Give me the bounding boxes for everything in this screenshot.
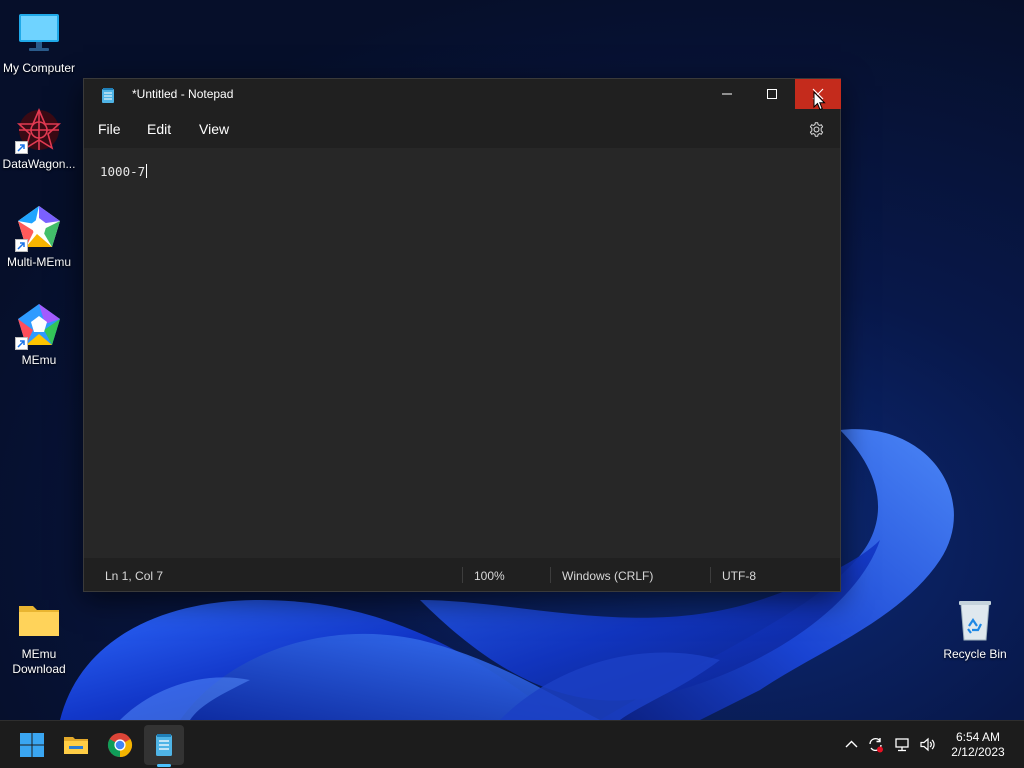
active-app-indicator [157, 764, 171, 767]
status-divider [710, 567, 711, 583]
encoding: UTF-8 [722, 569, 756, 583]
volume-button[interactable] [919, 736, 936, 753]
shortcut-arrow-icon [15, 239, 28, 252]
notepad-window[interactable]: *Untitled - Notepad File Edit View 1000-… [83, 78, 841, 592]
text-caret [146, 164, 148, 178]
file-explorer-icon [64, 737, 88, 754]
volume-icon [920, 737, 935, 752]
mouse-pointer-icon [813, 91, 826, 111]
minimize-icon [722, 93, 732, 95]
text-editor-area[interactable]: 1000-7 [84, 148, 840, 558]
title-bar[interactable]: *Untitled - Notepad [84, 79, 841, 110]
minimize-button[interactable] [704, 79, 750, 109]
start-button[interactable] [12, 725, 52, 765]
notepad-icon [156, 734, 172, 756]
menu-file[interactable]: File [98, 121, 121, 137]
show-hidden-icons-button[interactable] [843, 736, 860, 753]
desktop-icon-memu[interactable]: MEmu [0, 302, 78, 368]
maximize-button[interactable] [749, 79, 795, 109]
editor-content: 1000-7 [100, 164, 148, 179]
desktop-icon-label: My Computer [2, 61, 76, 75]
taskbar-chrome[interactable] [100, 725, 140, 765]
desktop-icon-label: MEmu Download [12, 647, 66, 676]
status-divider [550, 567, 551, 583]
zoom-level: 100% [474, 569, 505, 583]
recycle-bin-icon [959, 601, 991, 641]
windows-start-icon [20, 733, 44, 757]
menu-edit[interactable]: Edit [147, 121, 171, 137]
folder-icon [19, 606, 59, 636]
cursor-position: Ln 1, Col 7 [105, 569, 164, 583]
monitor-icon [19, 14, 59, 51]
taskbar-notepad[interactable] [144, 725, 184, 765]
status-divider [462, 567, 463, 583]
desktop-icon-label: MEmu [21, 353, 57, 367]
settings-gear-icon[interactable] [808, 121, 825, 138]
chevron-up-icon [845, 740, 858, 748]
desktop-icon-my-computer[interactable]: My Computer [0, 10, 78, 76]
desktop-icon-recycle-bin[interactable]: Recycle Bin [936, 596, 1014, 662]
taskbar: 6:54 AM 2/12/2023 [0, 720, 1024, 768]
taskbar-file-explorer[interactable] [56, 725, 96, 765]
desktop-icon-label: Multi-MEmu [6, 255, 71, 269]
editor-text: 1000-7 [100, 164, 146, 179]
chrome-icon [107, 733, 133, 757]
clock-time: 6:54 AM [955, 730, 1001, 744]
shortcut-arrow-icon [15, 141, 28, 154]
desktop-icon-memu-download[interactable]: MEmu Download [0, 596, 78, 677]
menu-bar: File Edit View [84, 110, 840, 148]
taskbar-clock[interactable]: 6:54 AM 2/12/2023 [940, 730, 1016, 760]
desktop-icon-label: Recycle Bin [943, 647, 1007, 661]
notepad-app-icon [102, 88, 114, 103]
window-title: *Untitled - Notepad [132, 87, 234, 101]
maximize-icon [767, 89, 777, 99]
shortcut-arrow-icon [15, 337, 28, 350]
network-icon [895, 738, 909, 752]
desktop-icon-multi-memu[interactable]: Multi-MEmu [0, 204, 78, 270]
desktop-icon-label: DataWagon... [2, 157, 76, 171]
sync-status-button[interactable] [867, 736, 884, 753]
network-button[interactable] [894, 736, 911, 753]
clock-date: 2/12/2023 [951, 745, 1005, 759]
sync-icon [869, 737, 883, 753]
menu-view[interactable]: View [199, 121, 229, 137]
desktop-icon-datawagon[interactable]: DataWagon... [0, 106, 78, 172]
status-bar: Ln 1, Col 7 100% Windows (CRLF) UTF-8 [84, 559, 840, 591]
line-ending: Windows (CRLF) [562, 569, 654, 583]
